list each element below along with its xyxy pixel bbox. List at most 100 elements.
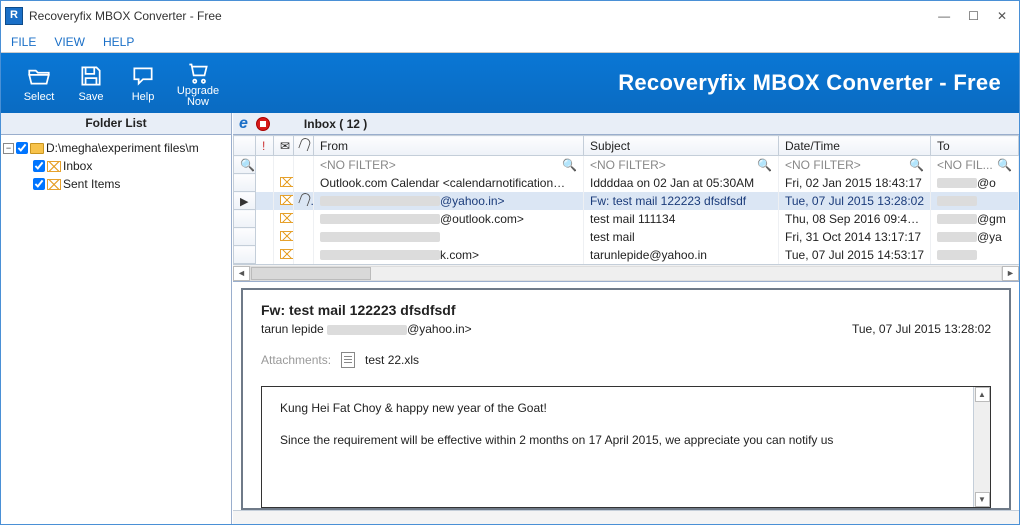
help-button[interactable]: Help xyxy=(117,57,169,109)
scroll-left-button[interactable]: ◄ xyxy=(233,266,250,281)
statusbar xyxy=(233,510,1019,524)
folder-title: Inbox ( 12 ) xyxy=(304,117,367,131)
cell-to: @o xyxy=(931,174,1019,192)
content: e Inbox ( 12 ) ! ✉ xyxy=(232,113,1019,524)
cell-from: k.com> xyxy=(314,246,584,264)
preview-attachments: Attachments: test 22.xls xyxy=(261,352,991,368)
upgrade-label: Upgrade Now xyxy=(169,86,227,108)
scroll-track[interactable] xyxy=(975,402,990,492)
floppy-icon xyxy=(78,63,104,89)
redacted-text xyxy=(327,325,407,335)
cell-from: @outlook.com> xyxy=(314,210,584,228)
search-icon: 🔍 xyxy=(997,158,1012,172)
tree-root[interactable]: − D:\megha\experiment files\m xyxy=(3,139,229,157)
tree-root-checkbox[interactable] xyxy=(16,142,28,154)
tree-inbox-label: Inbox xyxy=(63,159,92,173)
app-window: Recoveryfix MBOX Converter - Free — ☐ ✕ … xyxy=(0,0,1020,525)
brand-title: Recoveryfix MBOX Converter - Free xyxy=(618,70,1007,96)
preview-subject: Fw: test mail 122223 dfsdfsdf xyxy=(261,302,991,318)
close-button[interactable]: ✕ xyxy=(997,9,1007,23)
cell-date: Tue, 07 Jul 2015 14:53:17 xyxy=(779,246,931,264)
filter-date[interactable]: <NO FILTER>🔍 xyxy=(779,156,931,174)
tree-item-inbox[interactable]: Inbox xyxy=(3,157,229,175)
envelope-icon xyxy=(280,213,294,223)
cell-subject: Fw: test mail 122223 dfsdfsdf xyxy=(584,192,779,210)
inbox-icon xyxy=(47,161,61,172)
cart-icon xyxy=(185,58,211,84)
to-col[interactable]: To xyxy=(931,136,1019,156)
upgrade-button[interactable]: Upgrade Now xyxy=(169,57,227,109)
subject-col[interactable]: Subject xyxy=(584,136,779,156)
message-table: ! ✉ From Subject Date/Time To 🔍 xyxy=(233,135,1019,264)
save-button[interactable]: Save xyxy=(65,57,117,109)
ie-icon[interactable]: e xyxy=(239,115,248,133)
filter-rowhead[interactable]: 🔍 xyxy=(234,156,256,174)
filter-subject[interactable]: <NO FILTER>🔍 xyxy=(584,156,779,174)
attach-label: Attachments: xyxy=(261,353,331,367)
titlebar: Recoveryfix MBOX Converter - Free — ☐ ✕ xyxy=(1,1,1019,31)
table-row[interactable]: Outlook.com Calendar <calendarnotificati… xyxy=(234,174,1019,192)
menu-file[interactable]: FILE xyxy=(11,35,36,49)
tree-inbox-checkbox[interactable] xyxy=(33,160,45,172)
icon-col[interactable]: ✉ xyxy=(274,136,294,156)
body: Folder List − D:\megha\experiment files\… xyxy=(1,113,1019,524)
filter-from[interactable]: <NO FILTER>🔍 xyxy=(314,156,584,174)
rowhead-col[interactable] xyxy=(234,136,256,156)
filter-row: 🔍 <NO FILTER>🔍 <NO FILTER>🔍 <NO FILTER>🔍… xyxy=(234,156,1019,174)
paperclip-icon xyxy=(298,192,312,207)
scroll-right-button[interactable]: ► xyxy=(1002,266,1019,281)
preview-body[interactable]: Kung Hei Fat Choy & happy new year of th… xyxy=(261,386,991,508)
from-col[interactable]: From xyxy=(314,136,584,156)
folder-tree: − D:\megha\experiment files\m Inbox Sent… xyxy=(1,135,231,197)
cell-to: @gm xyxy=(931,210,1019,228)
tree-sent-label: Sent Items xyxy=(63,177,120,191)
tree-root-label: D:\megha\experiment files\m xyxy=(46,141,199,155)
horizontal-scrollbar[interactable]: ◄ ► xyxy=(233,264,1019,281)
folder-icon xyxy=(30,143,44,154)
sidebar: Folder List − D:\megha\experiment files\… xyxy=(1,113,232,524)
tree-sent-checkbox[interactable] xyxy=(33,178,45,190)
cell-from xyxy=(314,228,584,246)
cell-to xyxy=(931,192,1019,210)
attach-filename[interactable]: test 22.xls xyxy=(365,353,419,367)
stop-icon[interactable] xyxy=(256,117,270,131)
scroll-down-button[interactable]: ▼ xyxy=(975,492,990,507)
file-icon xyxy=(341,352,355,368)
date-col[interactable]: Date/Time xyxy=(779,136,931,156)
cell-date: Tue, 07 Jul 2015 13:28:02 xyxy=(779,192,931,210)
scroll-up-button[interactable]: ▲ xyxy=(975,387,990,402)
body-line: Kung Hei Fat Choy & happy new year of th… xyxy=(280,401,972,415)
cell-date: Thu, 08 Sep 2016 09:48:22 xyxy=(779,210,931,228)
select-button[interactable]: Select xyxy=(13,57,65,109)
menu-view[interactable]: VIEW xyxy=(54,35,85,49)
cell-subject: Iddddaa on 02 Jan at 05:30AM xyxy=(584,174,779,192)
window-controls: — ☐ ✕ xyxy=(938,9,1015,23)
flag-col[interactable]: ! xyxy=(256,136,274,156)
cell-to: @ya xyxy=(931,228,1019,246)
table-row[interactable]: test mailFri, 31 Oct 2014 13:17:17@ya xyxy=(234,228,1019,246)
preview: Fw: test mail 122223 dfsdfsdf tarun lepi… xyxy=(241,288,1011,510)
minimize-button[interactable]: — xyxy=(938,9,950,23)
attach-col[interactable] xyxy=(294,136,314,156)
envelope-icon xyxy=(280,249,294,259)
tree-collapse-icon[interactable]: − xyxy=(3,143,14,154)
scroll-thumb[interactable] xyxy=(251,267,371,280)
maximize-button[interactable]: ☐ xyxy=(968,9,979,23)
cell-subject: tarunlepide@yahoo.in xyxy=(584,246,779,264)
table-row[interactable]: @outlook.com>test mail 111134Thu, 08 Sep… xyxy=(234,210,1019,228)
sent-icon xyxy=(47,179,61,190)
menubar: FILE VIEW HELP xyxy=(1,31,1019,53)
table-row[interactable]: ▶@yahoo.in>Fw: test mail 122223 dfsdfsdf… xyxy=(234,192,1019,210)
filter-to[interactable]: <NO FIL...🔍 xyxy=(931,156,1019,174)
menu-help[interactable]: HELP xyxy=(103,35,134,49)
folder-open-icon xyxy=(26,63,52,89)
window-title: Recoveryfix MBOX Converter - Free xyxy=(29,9,938,23)
scroll-track[interactable] xyxy=(250,266,1002,281)
list-header: e Inbox ( 12 ) xyxy=(233,113,1019,135)
vertical-scrollbar[interactable]: ▲ ▼ xyxy=(973,387,990,507)
preview-from: tarun lepide @yahoo.in> xyxy=(261,322,472,336)
cell-from: @yahoo.in> xyxy=(314,192,584,210)
tree-item-sent[interactable]: Sent Items xyxy=(3,175,229,193)
table-row[interactable]: k.com>tarunlepide@yahoo.inTue, 07 Jul 20… xyxy=(234,246,1019,264)
select-label: Select xyxy=(24,91,55,103)
